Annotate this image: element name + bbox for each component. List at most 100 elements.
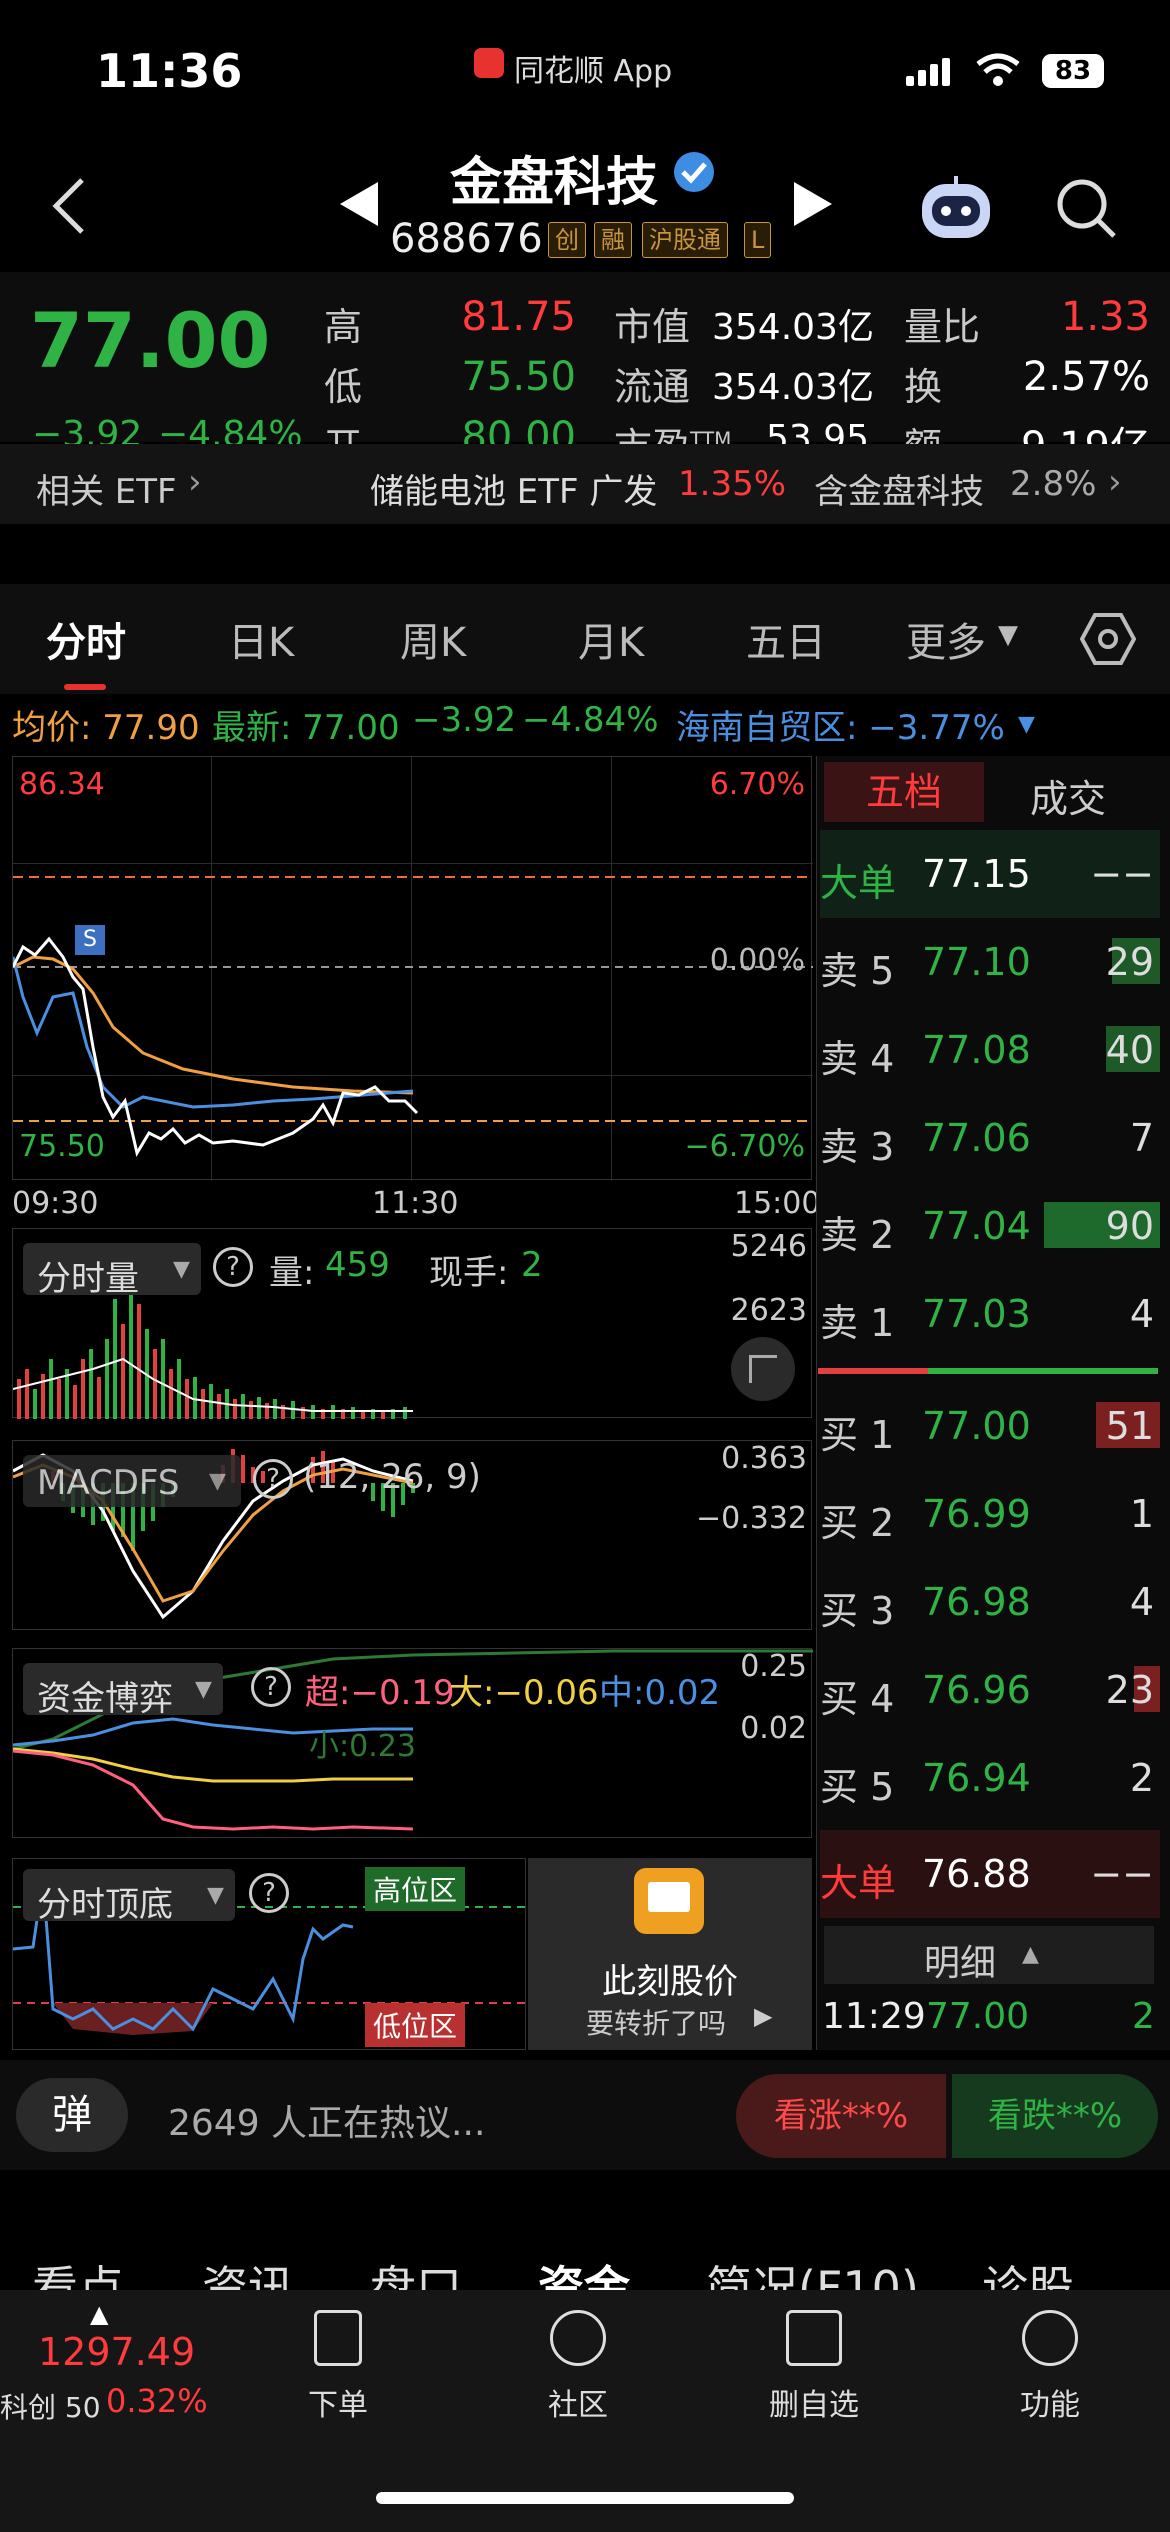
- book-divider: [818, 1368, 1158, 1374]
- top-bottom-panel[interactable]: 分时顶底 ▼ ? 高位区 低位区: [12, 1858, 527, 2050]
- ask-row[interactable]: 卖 4 77.08 40: [820, 1006, 1160, 1094]
- macd-params: (12, 26, 9): [303, 1457, 481, 1497]
- bid-row[interactable]: 买 3 76.98 4: [820, 1558, 1160, 1646]
- tab-monthly-k[interactable]: 月K: [578, 610, 644, 668]
- bid-vol: 23: [1105, 1668, 1154, 1712]
- nav-order[interactable]: 下单: [268, 2310, 408, 2424]
- index-name: 科创 50: [0, 2391, 101, 2424]
- danmaku-toggle[interactable]: 弹: [16, 2078, 128, 2152]
- macd-indicator-selector[interactable]: MACDFS ▼: [23, 1455, 241, 1507]
- ask-vol: 90: [1105, 1204, 1154, 1248]
- ask-row[interactable]: 卖 1 77.03 4: [820, 1270, 1160, 1358]
- bid-row[interactable]: 买 4 76.96 23: [820, 1646, 1160, 1734]
- tab-funds[interactable]: 资金: [538, 2252, 630, 2290]
- fund-flow-panel[interactable]: 资金博弈 ▼ ? 超:−0.19 大:−0.06 中:0.02 小:0.23 0…: [12, 1648, 813, 1838]
- volratio-value: 1.33: [1060, 294, 1150, 340]
- ask-row[interactable]: 卖 2 77.04 90: [820, 1182, 1160, 1270]
- volume-panel[interactable]: 分时量 ▼ ? 量: 459 现手: 2 5246 2623: [12, 1228, 812, 1419]
- high-zone-badge: 高位区: [365, 1867, 466, 1911]
- signal-marker[interactable]: S: [75, 925, 105, 955]
- tag-level: L: [744, 222, 772, 258]
- caret-down-icon: ▼: [998, 620, 1018, 650]
- battery-indicator: 83: [1042, 54, 1104, 88]
- bearish-button[interactable]: 看跌**%: [952, 2074, 1158, 2158]
- ask-label: 卖 3: [820, 1125, 895, 1169]
- detail-label: 明细: [924, 1943, 997, 1984]
- vol-label: 量:: [269, 1253, 315, 1293]
- nav-remove-watchlist-label: 删自选: [769, 2388, 859, 2423]
- chart-screen-icon: [634, 1868, 704, 1934]
- detail-toggle[interactable]: 明细 ▲: [824, 1926, 1154, 1984]
- tab-handicap[interactable]: 盘口: [370, 2252, 462, 2290]
- ask-row[interactable]: 卖 3 77.06 7: [820, 1094, 1160, 1182]
- tab-more[interactable]: 更多: [906, 610, 986, 668]
- large-flow: 大:−0.06: [449, 1673, 599, 1713]
- help-icon[interactable]: ?: [213, 1247, 253, 1287]
- help-icon[interactable]: ?: [249, 1873, 289, 1913]
- low-label: 低: [324, 365, 363, 409]
- next-stock-icon[interactable]: [792, 182, 832, 226]
- volume-label: 分时量: [37, 1259, 139, 1299]
- ask-vol: 7: [1129, 1116, 1154, 1160]
- tab-five-day[interactable]: 五日: [746, 610, 826, 668]
- fund-axis-mid: 0.02: [740, 1711, 807, 1746]
- latest-change-pct: −4.84%: [522, 700, 659, 740]
- detail-price: 77.00: [926, 1996, 1030, 2037]
- tab-weekly-k[interactable]: 周K: [400, 610, 466, 668]
- section-gap: [0, 524, 1170, 584]
- expand-icon[interactable]: [731, 1337, 795, 1401]
- macd-panel[interactable]: MACDFS ▼ ? (12, 26, 9) 0.363 −0.332: [12, 1440, 812, 1630]
- etf-pct: 1.35%: [678, 464, 787, 504]
- nav-functions-label: 功能: [1020, 2388, 1080, 2423]
- nav-remove-watchlist[interactable]: 删自选: [744, 2310, 884, 2424]
- bid-price: 76.94: [922, 1756, 1031, 1800]
- settings-hexagon-icon[interactable]: [1080, 612, 1136, 666]
- discussion-text[interactable]: 2649 人正在热议...: [168, 2094, 485, 2146]
- app-name: 同花顺 App: [514, 54, 673, 89]
- sector-change[interactable]: 海南自贸区: −3.77%: [676, 700, 1005, 749]
- ask-label: 卖 5: [820, 949, 895, 993]
- etf-name[interactable]: 储能电池 ETF 广发: [370, 464, 657, 513]
- help-icon[interactable]: ?: [251, 1667, 291, 1707]
- status-bar: 11:36 同花顺 App 83: [0, 0, 1170, 140]
- tab-intraday[interactable]: 分时: [46, 610, 126, 668]
- bid-row[interactable]: 买 1 77.00 51: [820, 1382, 1160, 1470]
- bullish-button[interactable]: 看涨**%: [736, 2074, 946, 2158]
- price-axis-bottom: 75.50: [19, 1129, 105, 1164]
- bid-label: 买 2: [820, 1501, 895, 1545]
- big-buy-vol: −−: [1090, 1852, 1154, 1896]
- index-value[interactable]: 1297.49: [38, 2330, 195, 2374]
- related-etf-row[interactable]: 相关 ETF › 储能电池 ETF 广发 1.35% 含金盘科技 2.8% ›: [0, 444, 1170, 524]
- intraday-price-chart[interactable]: S 86.34 75.50 6.70% 0.00% −6.70%: [12, 756, 813, 1181]
- big-sell-label: 大单: [820, 861, 897, 905]
- ask-row[interactable]: 卖 5 77.10 29: [820, 918, 1160, 1006]
- tab-daily-k[interactable]: 日K: [228, 610, 294, 668]
- time-axis-mid: 11:30: [372, 1186, 459, 1221]
- nav-community[interactable]: 社区: [508, 2310, 648, 2424]
- tab-highlights[interactable]: 看点: [32, 2252, 124, 2290]
- volume-indicator-selector[interactable]: 分时量 ▼: [23, 1243, 201, 1299]
- back-icon[interactable]: [48, 176, 88, 236]
- search-icon[interactable]: [1054, 176, 1118, 240]
- pct-axis-bottom: −6.70%: [684, 1129, 805, 1164]
- status-time: 11:36: [96, 44, 243, 98]
- tab-f10[interactable]: 简况(F10): [706, 2252, 919, 2290]
- tag-margin: 融: [594, 222, 632, 258]
- tab-news[interactable]: 资讯: [202, 2252, 294, 2290]
- bid-row[interactable]: 买 5 76.94 2: [820, 1734, 1160, 1822]
- prev-stock-icon[interactable]: [340, 182, 380, 226]
- promo-card[interactable]: 此刻股价 要转折了吗 ▶: [528, 1858, 812, 2050]
- nav-community-label: 社区: [548, 2388, 608, 2423]
- bid-row[interactable]: 买 2 76.99 1: [820, 1470, 1160, 1558]
- help-icon[interactable]: ?: [253, 1459, 293, 1499]
- tab-diagnosis[interactable]: 诊股: [982, 2252, 1074, 2290]
- current-price: 77.00: [30, 296, 271, 385]
- tab-five-levels[interactable]: 五档: [824, 762, 984, 822]
- robot-assistant-icon[interactable]: [918, 174, 994, 244]
- big-sell-price: 77.15: [922, 852, 1031, 896]
- topbottom-indicator-selector[interactable]: 分时顶底 ▼: [23, 1869, 235, 1925]
- tab-trades[interactable]: 成交: [1030, 768, 1106, 823]
- fund-indicator-selector[interactable]: 资金博弈 ▼: [23, 1663, 223, 1719]
- nav-functions[interactable]: 功能: [980, 2310, 1120, 2424]
- ask-price: 77.04: [922, 1204, 1031, 1248]
